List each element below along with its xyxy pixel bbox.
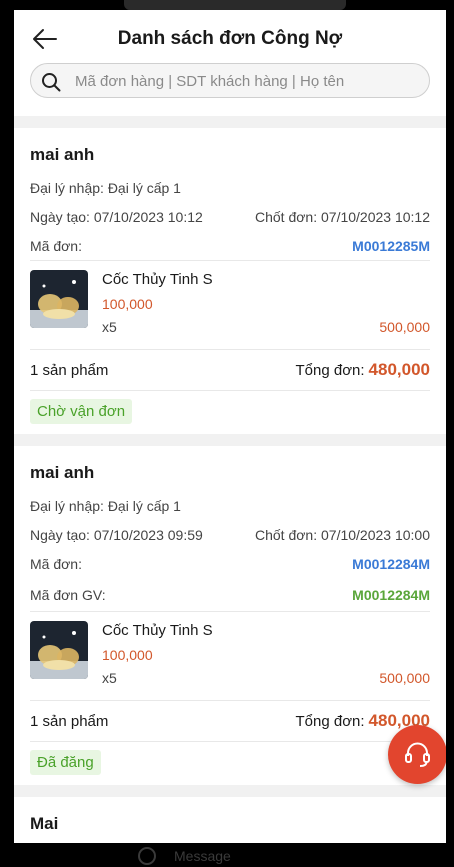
search-bar[interactable] <box>30 63 430 99</box>
headset-icon <box>405 742 430 767</box>
order-code[interactable]: M0012285M <box>352 238 430 254</box>
message-label: Message <box>174 848 231 864</box>
product-count: 1 sản phẩm <box>30 361 109 379</box>
app-screen: Danh sách đơn Công Nợ mai anh Đại lý nhậ… <box>14 10 446 843</box>
message-icon <box>138 847 156 865</box>
created-date: Ngày tạo: 07/10/2023 09:59 <box>30 526 203 543</box>
agent-text: Đại lý nhập: Đại lý cấp 1 <box>30 179 181 196</box>
closed-date: Chốt đơn: 07/10/2023 10:00 <box>255 526 430 543</box>
agent-row: Đại lý nhập: Đại lý cấp 1 <box>30 491 430 520</box>
product-qty: x5 <box>102 319 117 335</box>
order-total-label: Tổng đơn: <box>295 362 365 379</box>
product-item[interactable]: Cốc Thủy Tinh S 100,000 x5 500,000 <box>30 261 430 349</box>
product-name: Cốc Thủy Tinh S <box>102 622 213 639</box>
created-date: Ngày tạo: 07/10/2023 10:12 <box>30 208 203 225</box>
message-bar[interactable]: Message <box>138 847 231 865</box>
product-line-total: 500,000 <box>379 319 430 335</box>
order-total-wrap: Tổng đơn: 480,000 <box>296 360 431 380</box>
order-code[interactable]: M0012284M <box>352 556 430 572</box>
date-row: Ngày tạo: 07/10/2023 10:12 Chốt đơn: 07/… <box>30 202 430 231</box>
order-card[interactable]: mai anh Đại lý nhập: Đại lý cấp 1 Ngày t… <box>14 128 446 434</box>
header: Danh sách đơn Công Nợ <box>14 10 446 116</box>
search-icon <box>42 73 61 92</box>
status-badge: Đã đăng <box>30 750 101 775</box>
customer-name: Mai <box>30 814 59 833</box>
order-code-label: Mã đơn: <box>30 237 82 254</box>
date-row: Ngày tạo: 07/10/2023 09:59 Chốt đơn: 07/… <box>30 520 430 549</box>
order-code-row: Mã đơn: M0012284M <box>30 549 430 578</box>
order-total-label: Tổng đơn: <box>295 713 365 730</box>
product-thumbnail <box>30 270 88 328</box>
product-name: Cốc Thủy Tinh S <box>102 271 213 288</box>
gv-code[interactable]: M0012284M <box>352 587 430 603</box>
order-summary: 1 sản phẩm Tổng đơn: 480,000 <box>30 701 430 741</box>
product-qty: x5 <box>102 670 117 686</box>
agent-text: Đại lý nhập: Đại lý cấp 1 <box>30 497 181 514</box>
closed-date: Chốt đơn: 07/10/2023 10:12 <box>255 208 430 225</box>
order-card[interactable]: Mai <box>14 797 446 843</box>
status-bar-strip <box>124 0 346 10</box>
product-price: 100,000 <box>102 647 153 663</box>
order-code-label: Mã đơn: <box>30 555 82 572</box>
order-summary: 1 sản phẩm Tổng đơn: 480,000 <box>30 350 430 390</box>
status-badge: Chờ vận đơn <box>30 399 133 424</box>
gv-code-label: Mã đơn GV: <box>30 586 106 603</box>
customer-name: mai anh <box>30 463 95 482</box>
gv-code-row: Mã đơn GV: M0012284M <box>30 578 430 611</box>
product-count: 1 sản phẩm <box>30 712 109 730</box>
product-line-total: 500,000 <box>379 670 430 686</box>
product-item[interactable]: Cốc Thủy Tinh S 100,000 x5 500,000 <box>30 612 430 700</box>
product-price: 100,000 <box>102 296 153 312</box>
product-thumbnail <box>30 621 88 679</box>
page-title: Danh sách đơn Công Nợ <box>117 28 343 49</box>
search-input[interactable] <box>73 64 417 99</box>
order-card[interactable]: mai anh Đại lý nhập: Đại lý cấp 1 Ngày t… <box>14 446 446 785</box>
agent-row: Đại lý nhập: Đại lý cấp 1 <box>30 173 430 202</box>
support-button[interactable] <box>388 725 446 784</box>
order-code-row: Mã đơn: M0012285M <box>30 231 430 260</box>
divider <box>30 390 430 391</box>
customer-name: mai anh <box>30 145 95 164</box>
divider <box>30 741 430 742</box>
order-total: 480,000 <box>368 360 430 379</box>
